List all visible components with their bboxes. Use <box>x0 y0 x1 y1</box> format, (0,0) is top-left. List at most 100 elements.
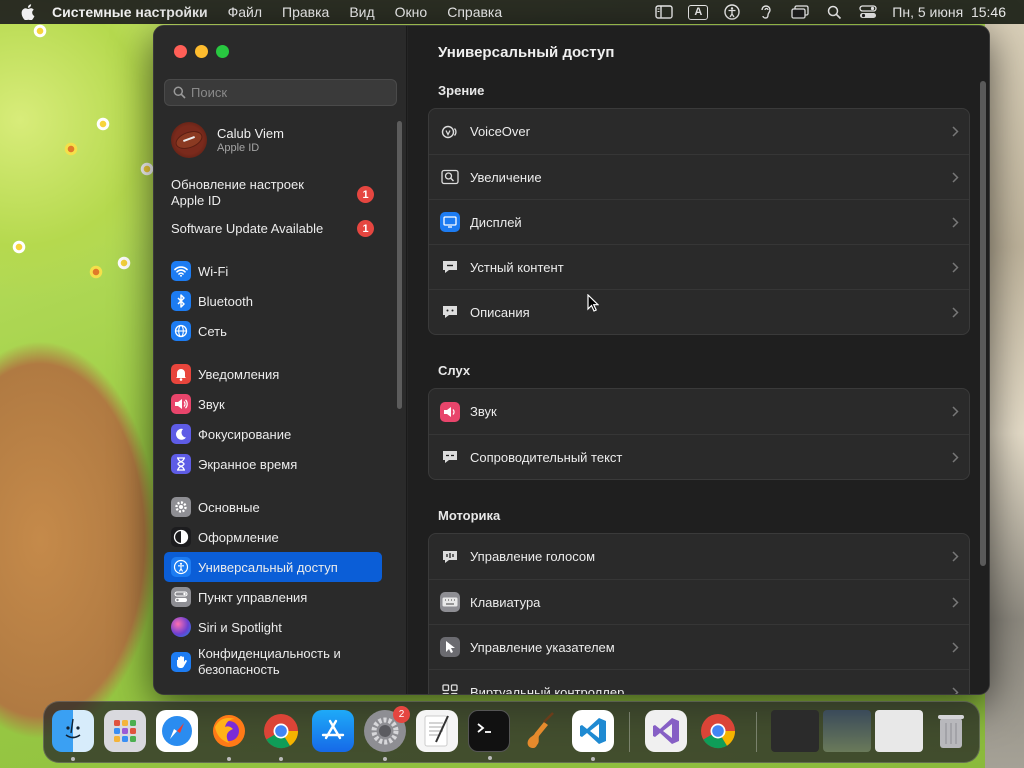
sidebar-item-siri-spotlight[interactable]: Siri и Spotlight <box>164 612 382 642</box>
chrome-icon[interactable] <box>697 710 739 752</box>
sidebar-item-label: Пункт управления <box>198 589 308 605</box>
account-subtitle: Apple ID <box>217 142 260 154</box>
sidebar-alerts: Обновление настроек Apple ID 1 Software … <box>154 177 407 241</box>
control-center-icon[interactable] <box>858 4 878 20</box>
dock-separator <box>756 712 757 752</box>
garageband-icon[interactable] <box>520 710 562 752</box>
hourglass-icon <box>171 454 191 474</box>
sidebar-item-general[interactable]: Основные <box>164 492 382 522</box>
search-input[interactable] <box>191 85 396 100</box>
safari-icon[interactable] <box>156 710 198 752</box>
menu-bar-clock[interactable]: Пн, 5 июня 15:46 <box>892 4 1006 20</box>
apple-menu-icon[interactable] <box>18 4 38 20</box>
row-voice-control[interactable]: Управление голосом <box>429 534 969 579</box>
minimize-button[interactable] <box>195 45 208 58</box>
desktop-thumbnail-icon[interactable] <box>823 710 871 752</box>
row-keyboard[interactable]: Клавиатура <box>429 579 969 624</box>
row-sound[interactable]: Звук <box>429 389 969 434</box>
sidebar-item-appearance[interactable]: Оформление <box>164 522 382 552</box>
flower-decoration <box>96 117 110 131</box>
sidebar-item-label: Software Update Available <box>171 221 324 236</box>
switch-control-icon <box>440 682 460 694</box>
globe-icon <box>171 321 191 341</box>
trash-icon[interactable] <box>930 710 972 752</box>
row-label: Управление голосом <box>470 549 596 564</box>
row-switch-control[interactable]: Виртуальный контроллер <box>429 669 969 694</box>
close-button[interactable] <box>174 45 187 58</box>
menu-view[interactable]: Вид <box>339 4 384 20</box>
sidebar-item-screen-time[interactable]: Экранное время <box>164 449 382 479</box>
chevron-right-icon <box>952 125 959 140</box>
sidebar-item-software-update[interactable]: Software Update Available 1 <box>154 220 374 241</box>
section-title-motor: Моторика <box>438 508 501 523</box>
zoom-button[interactable] <box>216 45 229 58</box>
window-controls <box>174 45 229 58</box>
menu-bar: Системные настройки Файл Правка Вид Окно… <box>0 0 1024 24</box>
system-settings-icon[interactable]: 2 <box>364 706 410 761</box>
sidebar-item-apple-id-update[interactable]: Обновление настроек Apple ID 1 <box>154 177 374 213</box>
menu-edit[interactable]: Правка <box>272 4 339 20</box>
sidebar-item-sound[interactable]: Звук <box>164 389 382 419</box>
textedit-icon[interactable] <box>416 710 458 752</box>
terminal-icon[interactable] <box>468 710 510 760</box>
hearing-icon[interactable] <box>756 4 776 20</box>
row-display[interactable]: Дисплей <box>429 199 969 244</box>
speaker-icon <box>440 401 460 422</box>
menu-help[interactable]: Справка <box>437 4 512 20</box>
row-spoken-content[interactable]: Устный контент <box>429 244 969 289</box>
firefox-icon[interactable] <box>208 710 250 761</box>
sidebar-item-privacy-security[interactable]: Конфиденциальность и безопасность <box>164 642 382 682</box>
chrome-icon[interactable] <box>260 710 302 761</box>
mouse-cursor-icon <box>587 293 600 317</box>
control-center-icon <box>171 587 191 607</box>
flower-decoration <box>140 162 154 176</box>
speaker-icon <box>171 394 191 414</box>
sidebar-item-focus[interactable]: Фокусирование <box>164 419 382 449</box>
pointer-icon <box>440 637 460 657</box>
search-field[interactable] <box>164 79 397 106</box>
dock: 2 <box>43 701 980 763</box>
desktop-thumbnail-icon[interactable] <box>771 710 819 752</box>
sidebar-item-label: Фокусирование <box>198 426 292 442</box>
sidebar-item-control-center[interactable]: Пункт управления <box>164 582 382 612</box>
sidebar-icon[interactable] <box>654 4 674 20</box>
sidebar-item-bluetooth[interactable]: Bluetooth <box>164 286 382 316</box>
sidebar-item-wifi[interactable]: Wi-Fi <box>164 256 382 286</box>
finder-icon[interactable] <box>52 710 94 761</box>
sidebar-group-notifications: Уведомления Звук Фокусирование Экранное … <box>164 359 382 479</box>
menu-file[interactable]: Файл <box>218 4 272 20</box>
row-pointer-control[interactable]: Управление указателем <box>429 624 969 669</box>
row-descriptions[interactable]: Описания <box>429 289 969 334</box>
window-icon[interactable] <box>790 4 810 20</box>
desktop-thumbnail-icon[interactable] <box>875 710 923 752</box>
input-source-icon[interactable]: A <box>688 4 709 20</box>
sidebar-item-accessibility[interactable]: Универсальный доступ <box>164 552 382 582</box>
menu-app-name[interactable]: Системные настройки <box>52 4 218 20</box>
apple-id-account[interactable]: Calub Viem Apple ID <box>171 122 284 158</box>
sidebar-scrollbar[interactable] <box>397 121 402 409</box>
launchpad-icon[interactable] <box>104 710 146 752</box>
system-settings-window: Calub Viem Apple ID Обновление настроек … <box>153 25 990 695</box>
sidebar-item-notifications[interactable]: Уведомления <box>164 359 382 389</box>
chevron-right-icon <box>952 405 959 420</box>
sidebar-item-network[interactable]: Сеть <box>164 316 382 346</box>
voice-control-icon <box>440 547 460 567</box>
visual-studio-icon[interactable] <box>645 710 687 752</box>
accessibility-icon[interactable] <box>722 4 742 20</box>
vscode-icon[interactable] <box>572 710 614 761</box>
motor-card: Управление голосом Клавиатура Управление… <box>428 533 970 694</box>
row-voiceover[interactable]: VoiceOver <box>429 109 969 154</box>
sidebar-item-label: Уведомления <box>198 366 280 382</box>
row-captions[interactable]: Сопроводительный текст <box>429 434 969 479</box>
row-zoom[interactable]: Увеличение <box>429 154 969 199</box>
page-title: Универсальный доступ <box>438 44 615 61</box>
search-icon[interactable] <box>824 4 844 20</box>
sidebar-item-label: Wi-Fi <box>198 263 229 279</box>
sidebar-group-network: Wi-Fi Bluetooth Сеть <box>164 256 382 346</box>
flower-decoration <box>64 142 78 156</box>
content-scrollbar[interactable] <box>980 81 986 566</box>
menu-window[interactable]: Окно <box>385 4 438 20</box>
app-store-icon[interactable] <box>312 710 354 752</box>
sidebar: Calub Viem Apple ID Обновление настроек … <box>154 26 407 694</box>
accessibility-icon <box>171 557 191 577</box>
